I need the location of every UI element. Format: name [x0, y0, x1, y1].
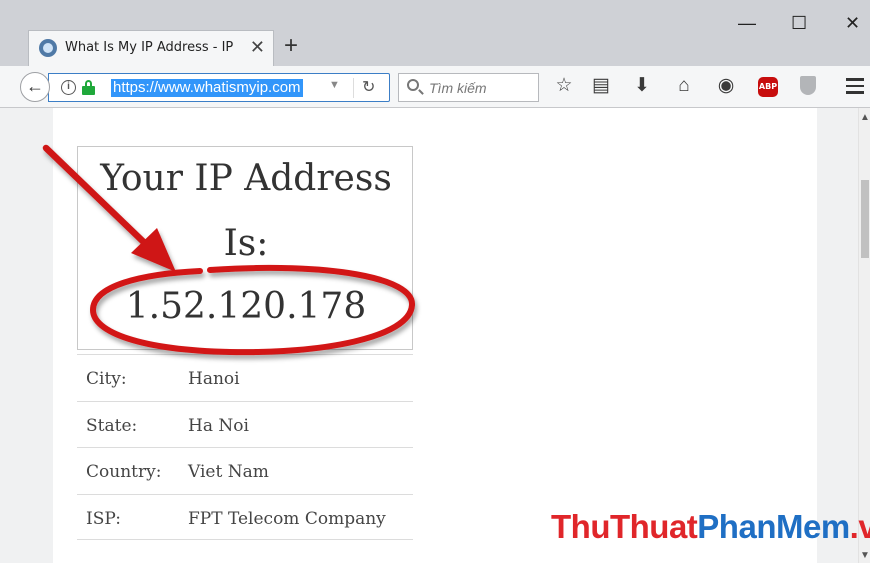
reload-icon[interactable]: ↻	[362, 77, 375, 97]
maximize-button[interactable]: ☐	[791, 14, 807, 32]
ip-details-table: City: Hanoi State: Ha Noi Country: Viet …	[77, 354, 413, 540]
lock-icon[interactable]	[82, 80, 95, 95]
back-arrow-icon: ←	[26, 76, 44, 96]
tab-close-icon[interactable]: ✕	[250, 37, 265, 57]
adblock-icon[interactable]: ABP	[758, 77, 778, 97]
shield-icon[interactable]	[800, 76, 816, 95]
search-input[interactable]: Tìm kiếm	[398, 73, 539, 102]
download-icon[interactable]: ⬇	[630, 76, 654, 96]
tab-title: What Is My IP Address - IP A	[65, 40, 237, 55]
table-row: Country: Viet Nam	[77, 447, 413, 494]
scroll-up-icon[interactable]: ▲	[860, 112, 870, 123]
scroll-thumb[interactable]	[861, 180, 869, 258]
site-favicon-icon	[39, 39, 57, 57]
detail-value: Viet Nam	[188, 462, 269, 482]
watermark: ThuThuatPhanMem.vn	[551, 508, 870, 546]
dropdown-icon[interactable]: ▼	[329, 79, 340, 91]
url-separator	[353, 78, 354, 98]
browser-tab[interactable]: What Is My IP Address - IP A ✕	[28, 30, 274, 66]
detail-label: State:	[86, 415, 138, 436]
detail-value: FPT Telecom Company	[188, 508, 386, 529]
vertical-scrollbar[interactable]: ▲ ▼	[858, 108, 870, 563]
detail-value: Hanoi	[188, 369, 240, 389]
hamburger-menu-icon[interactable]	[846, 78, 864, 94]
table-row: ISP: FPT Telecom Company	[77, 493, 413, 540]
home-icon[interactable]: ⌂	[672, 76, 696, 96]
detail-label: Country:	[86, 462, 162, 482]
table-row: State: Ha Noi	[77, 400, 413, 448]
url-bar[interactable]: i https://www.whatismyip.com ▼ ↻	[48, 73, 390, 102]
ip-heading-line1: Your IP Address	[100, 158, 392, 199]
new-tab-button[interactable]: +	[284, 32, 298, 60]
bookmark-star-icon[interactable]: ☆	[552, 76, 576, 96]
detail-label: City:	[86, 369, 127, 389]
table-row: City: Hanoi	[77, 354, 413, 401]
pocket-icon[interactable]: ◉	[714, 76, 738, 96]
watermark-part2: PhanMem	[697, 508, 850, 545]
watermark-part1: ThuThuat	[551, 508, 698, 545]
ip-address-card: Your IP Address Is: 1.52.120.178	[77, 146, 413, 350]
reading-list-icon[interactable]: ▤	[589, 76, 613, 96]
url-input[interactable]: https://www.whatismyip.com	[111, 79, 303, 97]
close-window-button[interactable]: ✕	[845, 14, 860, 32]
title-bar: What Is My IP Address - IP A ✕ + — ☐ ✕	[0, 0, 870, 66]
detail-label: ISP:	[86, 508, 121, 529]
info-icon[interactable]: i	[61, 80, 76, 95]
watermark-part3: .vn	[849, 508, 870, 545]
scroll-down-icon[interactable]: ▼	[860, 550, 870, 561]
search-placeholder: Tìm kiếm	[429, 80, 487, 96]
ip-address-value[interactable]: 1.52.120.178	[78, 285, 414, 329]
nav-toolbar: i https://www.whatismyip.com ▼ ↻ ← Tìm k…	[0, 66, 870, 108]
ip-heading-line2: Is:	[223, 223, 269, 264]
minimize-button[interactable]: —	[738, 14, 756, 32]
detail-value: Ha Noi	[188, 415, 249, 436]
back-button[interactable]: ←	[20, 72, 50, 102]
search-icon	[407, 79, 419, 91]
